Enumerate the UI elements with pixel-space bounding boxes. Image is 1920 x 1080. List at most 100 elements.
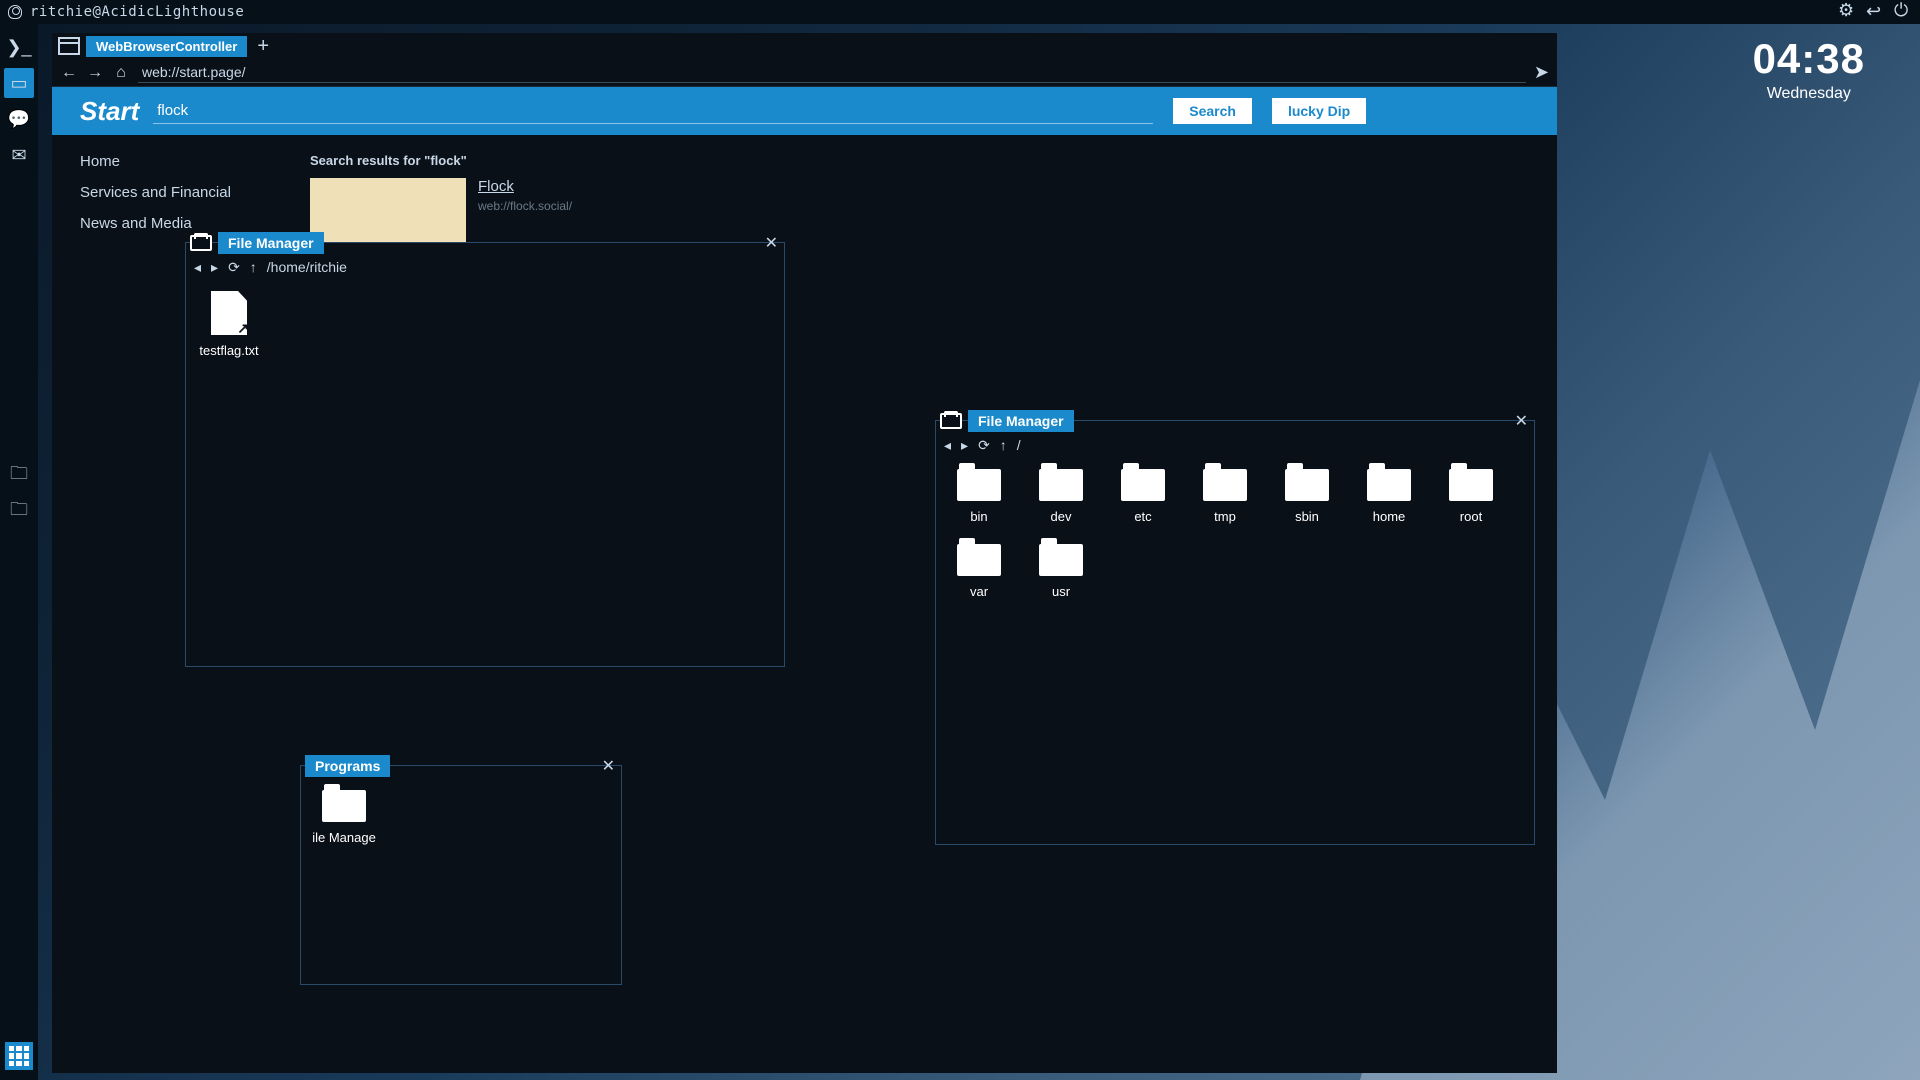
- search-button[interactable]: Search: [1173, 98, 1252, 124]
- folder-icon: [957, 544, 1001, 576]
- close-icon[interactable]: ✕: [1515, 411, 1528, 431]
- results-heading: Search results for "flock": [310, 153, 1529, 168]
- folder-item[interactable]: tmp: [1194, 469, 1256, 524]
- user-icon: [8, 5, 22, 19]
- window-icon: [58, 37, 80, 55]
- settings-icon[interactable]: [1838, 3, 1856, 21]
- path-label: /: [1017, 437, 1021, 453]
- file-label: testflag.txt: [199, 343, 258, 358]
- file-toolbar: ◂ ▸ ⟳ ↑ /home/ritchie: [186, 255, 784, 279]
- nav-up-icon[interactable]: ↑: [1000, 437, 1007, 453]
- folder-icon: [1039, 544, 1083, 576]
- desktop: ritchie@AcidicLighthouse ❯_ ▭ 💬 ✉ 🗀 🗀 04…: [0, 0, 1920, 1080]
- refresh-icon[interactable]: ⟳: [978, 437, 990, 454]
- username-label: ritchie@AcidicLighthouse: [30, 4, 244, 20]
- folder-label: tmp: [1214, 509, 1236, 524]
- clock-time: 04:38: [1753, 35, 1865, 83]
- nav-forward-icon[interactable]: →: [86, 64, 104, 82]
- power-icon[interactable]: [1894, 3, 1912, 21]
- folder-icon: [1367, 469, 1411, 501]
- folder-icon: [957, 469, 1001, 501]
- close-icon[interactable]: ✕: [765, 233, 778, 253]
- browser-navbar: ← → ⌂ ➤: [52, 59, 1557, 87]
- result-url: web://flock.social/: [478, 199, 572, 213]
- folder-item[interactable]: etc: [1112, 469, 1174, 524]
- folder-icon: [190, 235, 212, 251]
- sidebar-folder-1[interactable]: 🗀: [4, 461, 34, 491]
- folder-label: var: [970, 584, 988, 599]
- nav-up-icon[interactable]: ↑: [250, 259, 257, 275]
- desktop-clock: 04:38 Wednesday: [1753, 35, 1865, 103]
- topbar: ritchie@AcidicLighthouse: [0, 0, 1920, 24]
- folder-item[interactable]: root: [1440, 469, 1502, 524]
- file-manager-window-2[interactable]: File Manager ✕ ◂ ▸ ⟳ ↑ / bindevetctmpsbi…: [935, 420, 1535, 845]
- folder-icon: [940, 413, 962, 429]
- programs-window[interactable]: Programs ✕ ile Manage: [300, 765, 622, 985]
- folder-item[interactable]: sbin: [1276, 469, 1338, 524]
- nav-back-icon[interactable]: ◂: [194, 259, 201, 276]
- sidebar-chat[interactable]: 💬: [4, 104, 34, 134]
- sidebar-terminal[interactable]: ❯_: [4, 32, 34, 62]
- search-input[interactable]: [153, 98, 1153, 124]
- browser-tabbar: WebBrowserController +: [52, 33, 1557, 59]
- sidebar-folder-2[interactable]: 🗀: [4, 497, 34, 527]
- result-title[interactable]: Flock: [478, 178, 572, 195]
- path-label: /home/ritchie: [267, 259, 347, 275]
- nav-forward-icon[interactable]: ▸: [961, 437, 968, 454]
- sidebar: ❯_ ▭ 💬 ✉ 🗀 🗀: [0, 24, 38, 1080]
- folder-icon: [1203, 469, 1247, 501]
- nav-go-icon[interactable]: ➤: [1534, 62, 1549, 83]
- titlebar[interactable]: Programs ✕: [301, 754, 621, 778]
- nav-home[interactable]: Home: [80, 153, 310, 170]
- program-label: ile Manage: [312, 830, 376, 845]
- folder-item[interactable]: home: [1358, 469, 1420, 524]
- window-title: Programs: [305, 755, 390, 777]
- file-icon: [211, 291, 247, 335]
- sidebar-mail[interactable]: ✉: [4, 140, 34, 170]
- file-manager-window-1[interactable]: File Manager ✕ ◂ ▸ ⟳ ↑ /home/ritchie tes…: [185, 242, 785, 667]
- folder-icon: [322, 790, 366, 822]
- apps-grid-button[interactable]: [5, 1042, 33, 1070]
- nav-services[interactable]: Services and Financial: [80, 184, 310, 201]
- folder-label: bin: [970, 509, 987, 524]
- nav-forward-icon[interactable]: ▸: [211, 259, 218, 276]
- sidebar-browser[interactable]: ▭: [4, 68, 34, 98]
- file-toolbar: ◂ ▸ ⟳ ↑ /: [936, 433, 1534, 457]
- folder-label: root: [1460, 509, 1482, 524]
- window-title: File Manager: [218, 232, 324, 254]
- logout-icon[interactable]: [1866, 3, 1884, 21]
- clock-day: Wednesday: [1753, 85, 1865, 103]
- folder-icon: [1285, 469, 1329, 501]
- folder-item[interactable]: dev: [1030, 469, 1092, 524]
- nav-home-icon[interactable]: ⌂: [112, 64, 130, 82]
- folder-icon: [1039, 469, 1083, 501]
- close-icon[interactable]: ✕: [602, 756, 615, 776]
- programs-grid[interactable]: ile Manage: [301, 778, 621, 857]
- titlebar[interactable]: File Manager ✕: [936, 409, 1534, 433]
- window-title: File Manager: [968, 410, 1074, 432]
- folder-icon: [1449, 469, 1493, 501]
- nav-back-icon[interactable]: ←: [60, 64, 78, 82]
- folder-label: dev: [1051, 509, 1072, 524]
- browser-tab[interactable]: WebBrowserController: [86, 36, 247, 57]
- start-logo: Start: [80, 96, 139, 127]
- program-item[interactable]: ile Manage: [313, 790, 375, 845]
- nav-back-icon[interactable]: ◂: [944, 437, 951, 454]
- folder-icon: [1121, 469, 1165, 501]
- add-tab-button[interactable]: +: [257, 35, 269, 58]
- folder-item[interactable]: var: [948, 544, 1010, 599]
- file-item[interactable]: testflag.txt: [198, 291, 260, 358]
- folder-item[interactable]: usr: [1030, 544, 1092, 599]
- folder-label: etc: [1134, 509, 1151, 524]
- url-input[interactable]: [138, 62, 1526, 83]
- folder-label: home: [1373, 509, 1406, 524]
- nav-news[interactable]: News and Media: [80, 215, 310, 232]
- folder-label: usr: [1052, 584, 1070, 599]
- start-header: Start Search lucky Dip: [52, 87, 1557, 135]
- folder-item[interactable]: bin: [948, 469, 1010, 524]
- lucky-dip-button[interactable]: lucky Dip: [1272, 98, 1366, 124]
- file-grid[interactable]: testflag.txt: [186, 279, 784, 370]
- refresh-icon[interactable]: ⟳: [228, 259, 240, 276]
- titlebar[interactable]: File Manager ✕: [186, 231, 784, 255]
- file-grid[interactable]: bin dev etc tmp sbin home root var usr: [936, 457, 1534, 611]
